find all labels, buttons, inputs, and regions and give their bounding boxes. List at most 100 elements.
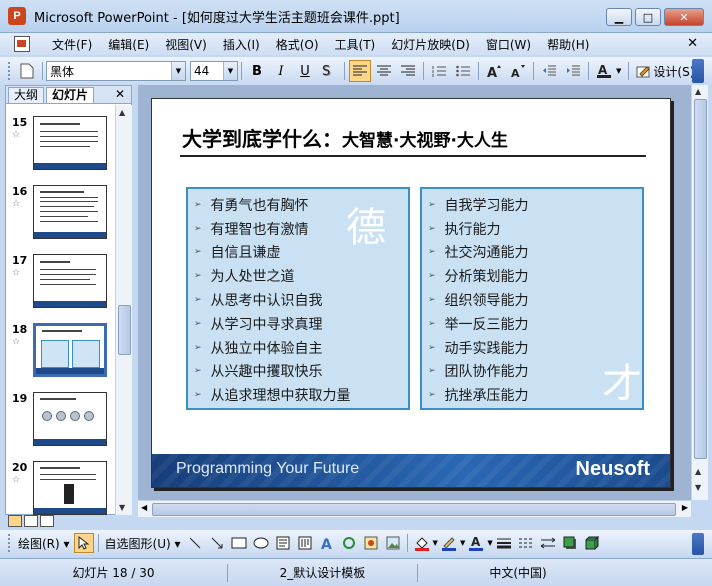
shadow-icon[interactable]: SS (318, 60, 340, 82)
menu-format[interactable]: 格式(O) (268, 36, 327, 53)
maximize-button[interactable]: □ (635, 8, 661, 26)
pane-close-button[interactable]: ✕ (115, 87, 125, 101)
select-objects-icon[interactable] (73, 533, 94, 553)
ability-text-box[interactable]: 才 ➢ 自我学习能力 ➢ 执行能力 ➢ 社交沟通能力 ➢ 分析策划能力 ➢ 组织领导能力 … (420, 187, 644, 410)
numbered-list-icon[interactable] (428, 60, 450, 82)
arrow-icon[interactable] (207, 533, 227, 553)
slide-title[interactable]: 大学到底学什么：大智慧·大视野·大人生 (182, 123, 508, 152)
vertical-text-box-icon[interactable] (295, 533, 315, 553)
chevron-down-icon[interactable]: ▼ (616, 67, 621, 75)
close-button[interactable]: ✕ (664, 8, 704, 26)
toolbar-options-button[interactable] (692, 59, 704, 83)
menu-help[interactable]: 帮助(H) (539, 36, 597, 53)
align-center-icon[interactable] (373, 60, 395, 82)
menu-insert[interactable]: 插入(I) (215, 36, 268, 53)
menu-view[interactable]: 视图(V) (157, 36, 215, 53)
slide-thumbnail-row[interactable]: 20 ☆ (6, 461, 114, 515)
previous-slide-icon[interactable]: ▲ (695, 467, 701, 476)
slide-design-button[interactable]: 设计(S) (632, 63, 698, 80)
toolbar-grip[interactable] (8, 534, 11, 552)
fill-color-icon[interactable] (412, 533, 432, 553)
menu-slideshow[interactable]: 幻灯片放映(D) (383, 36, 478, 53)
rectangle-icon[interactable] (229, 533, 249, 553)
slide-thumbnail-row[interactable]: 17 ☆ (6, 254, 114, 316)
align-left-icon[interactable] (349, 60, 371, 82)
scroll-right-icon[interactable]: ▶ (682, 503, 688, 512)
slide-thumbnail[interactable] (33, 185, 107, 239)
text-box-icon[interactable] (273, 533, 293, 553)
menu-file[interactable]: 文件(F) (44, 36, 100, 53)
slide-canvas[interactable]: 大学到底学什么：大智慧·大视野·大人生 德 ➢ 有勇气也有胸怀 ➢ 有理智也有激情 … (138, 85, 691, 500)
slideshow-view-icon[interactable] (40, 515, 54, 527)
document-close-button[interactable]: ✕ (687, 36, 698, 51)
picture-icon[interactable] (383, 533, 403, 553)
chevron-down-icon[interactable]: ▼ (433, 539, 438, 547)
underline-button[interactable]: U (294, 60, 316, 82)
clip-art-icon[interactable] (361, 533, 381, 553)
font-color-icon[interactable]: A (593, 60, 615, 82)
decrease-indent-icon[interactable] (538, 60, 560, 82)
slide-thumbnail[interactable] (33, 461, 107, 515)
chevron-down-icon[interactable]: ▼ (460, 539, 465, 547)
menu-window[interactable]: 窗口(W) (478, 36, 539, 53)
wordart-icon[interactable]: A (317, 533, 337, 553)
document-icon[interactable] (14, 36, 30, 52)
font-name-select[interactable]: 黑体 ▼ (46, 61, 186, 81)
slide-thumbnail-selected[interactable] (33, 323, 107, 377)
slide-thumbnail[interactable] (33, 254, 107, 308)
increase-font-size-icon[interactable]: A (483, 60, 505, 82)
diagram-icon[interactable] (339, 533, 359, 553)
draw-font-color-icon[interactable]: A (466, 533, 486, 553)
slide-thumbnail[interactable] (33, 116, 107, 170)
dash-style-icon[interactable] (516, 533, 536, 553)
oval-icon[interactable] (251, 533, 271, 553)
slides-pane-scrollbar[interactable]: ▲ ▼ (115, 105, 132, 515)
slide-thumbnail[interactable] (33, 392, 107, 446)
drawing-toolbar-options-button[interactable] (692, 533, 704, 555)
tab-slides[interactable]: 幻灯片 (46, 87, 95, 103)
line-icon[interactable] (185, 533, 205, 553)
bulleted-list-icon[interactable] (452, 60, 474, 82)
scroll-up-icon[interactable]: ▲ (695, 87, 701, 96)
scroll-down-icon[interactable]: ▼ (119, 503, 125, 512)
slide-thumbnail-row[interactable]: 15 ☆ (6, 116, 114, 178)
minimize-button[interactable]: ▁ (606, 8, 632, 26)
slide-thumbnail-row[interactable]: 18 ☆ (6, 323, 114, 385)
next-slide-icon[interactable]: ▼ (695, 483, 701, 492)
italic-button[interactable]: I (270, 60, 292, 82)
draw-menu-button[interactable]: 绘图(R) ▾ (15, 535, 73, 552)
increase-indent-icon[interactable] (562, 60, 584, 82)
align-right-icon[interactable] (397, 60, 419, 82)
arrow-style-icon[interactable] (538, 533, 558, 553)
scrollbar-thumb[interactable] (152, 503, 676, 516)
decrease-font-size-icon[interactable]: A (507, 60, 529, 82)
menu-tools[interactable]: 工具(T) (327, 36, 384, 53)
scrollbar-thumb[interactable] (694, 99, 707, 459)
slide-vertical-scrollbar[interactable]: ▲ ▲ ▼ (691, 85, 708, 500)
slide-thumbnail-row[interactable]: 16 ☆ (6, 185, 114, 247)
toolbar-grip[interactable] (8, 62, 11, 80)
powerpoint-app-icon[interactable]: P (8, 7, 26, 25)
tab-outline[interactable]: 大纲 (8, 87, 45, 103)
scrollbar-thumb[interactable] (118, 305, 131, 355)
shadow-style-icon[interactable] (560, 533, 580, 553)
autoshapes-menu-button[interactable]: 自选图形(U) ▾ (102, 535, 184, 552)
scroll-left-icon[interactable]: ◀ (141, 503, 147, 512)
chevron-down-icon[interactable]: ▼ (171, 62, 185, 80)
chevron-down-icon[interactable]: ▼ (223, 62, 237, 80)
slide-thumbnail-row[interactable]: 19 (6, 392, 114, 454)
slide-horizontal-scrollbar[interactable]: ◀ ▶ (138, 500, 691, 517)
scroll-up-icon[interactable]: ▲ (119, 108, 125, 117)
normal-view-icon[interactable] (8, 515, 22, 527)
3d-style-icon[interactable] (582, 533, 602, 553)
menu-edit[interactable]: 编辑(E) (100, 36, 157, 53)
virtue-text-box[interactable]: 德 ➢ 有勇气也有胸怀 ➢ 有理智也有激情 ➢ 自信且谦虚 ➢ 为人处世之道 ➢ 从思考中… (186, 187, 410, 410)
line-style-icon[interactable] (494, 533, 514, 553)
font-size-select[interactable]: 44 ▼ (190, 61, 238, 81)
slide-sorter-view-icon[interactable] (24, 515, 38, 527)
line-color-icon[interactable] (439, 533, 459, 553)
current-slide[interactable]: 大学到底学什么：大智慧·大视野·大人生 德 ➢ 有勇气也有胸怀 ➢ 有理智也有激情 … (151, 98, 671, 488)
bold-button[interactable]: B (246, 60, 268, 82)
new-file-icon[interactable] (16, 60, 38, 82)
chevron-down-icon[interactable]: ▼ (487, 539, 492, 547)
